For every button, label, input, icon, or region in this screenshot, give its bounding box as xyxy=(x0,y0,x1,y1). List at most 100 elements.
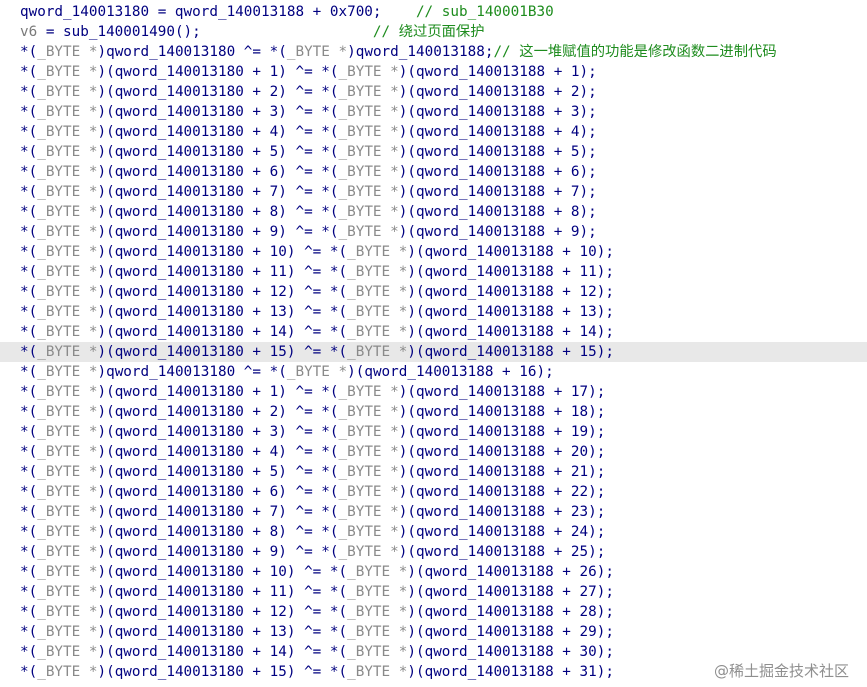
code-line[interactable]: *(_BYTE *)(qword_140013180 + 6) ^= *(_BY… xyxy=(0,162,867,182)
code-line[interactable]: *(_BYTE *)qword_140013180 ^= *(_BYTE *)(… xyxy=(0,362,867,382)
code-line-text: *(_BYTE *)(qword_140013180 + 8) ^= *(_BY… xyxy=(20,522,605,542)
code-token: )(qword_140013188 + 6); xyxy=(398,164,597,180)
code-line[interactable]: *(_BYTE *)(qword_140013180 + 13) ^= *(_B… xyxy=(0,622,867,642)
code-line-current[interactable]: *(_BYTE *)(qword_140013180 + 15) ^= *(_B… xyxy=(0,342,867,362)
code-line[interactable]: *(_BYTE *)(qword_140013180 + 5) ^= *(_BY… xyxy=(0,462,867,482)
type-cast: _BYTE * xyxy=(37,164,98,180)
local-variable: v6 xyxy=(20,24,38,40)
code-token: )(qword_140013188 + 29); xyxy=(407,624,614,640)
type-cast: _BYTE * xyxy=(338,164,399,180)
code-line[interactable]: *(_BYTE *)(qword_140013180 + 5) ^= *(_BY… xyxy=(0,142,867,162)
type-cast: _BYTE * xyxy=(37,204,98,220)
code-token: )(qword_140013180 + 1) ^= *( xyxy=(97,384,339,400)
code-token: *( xyxy=(20,644,38,660)
code-line-text: *(_BYTE *)qword_140013180 ^= *(_BYTE *)(… xyxy=(20,362,554,382)
type-cast: _BYTE * xyxy=(37,484,98,500)
code-line-text: *(_BYTE *)(qword_140013180 + 12) ^= *(_B… xyxy=(20,282,614,302)
code-line-text: *(_BYTE *)(qword_140013180 + 15) ^= *(_B… xyxy=(20,342,614,362)
pseudocode-view[interactable]: qword_140013180 = qword_140013188 + 0x70… xyxy=(0,0,867,687)
type-cast: _BYTE * xyxy=(347,344,408,360)
code-line[interactable]: *(_BYTE *)(qword_140013180 + 1) ^= *(_BY… xyxy=(0,382,867,402)
code-line-text: *(_BYTE *)(qword_140013180 + 1) ^= *(_BY… xyxy=(20,62,597,82)
code-token: qword_140013180 = qword_140013188 + 0x70… xyxy=(20,4,416,20)
code-token: )(qword_140013188 + 22); xyxy=(398,484,606,500)
code-line[interactable]: *(_BYTE *)(qword_140013180 + 7) ^= *(_BY… xyxy=(0,182,867,202)
code-line-text: *(_BYTE *)(qword_140013180 + 14) ^= *(_B… xyxy=(20,322,614,342)
code-token: )qword_140013180 ^= *( xyxy=(97,364,287,380)
code-line-text: *(_BYTE *)(qword_140013180 + 1) ^= *(_BY… xyxy=(20,382,605,402)
code-token: *( xyxy=(20,544,38,560)
code-line[interactable]: *(_BYTE *)qword_140013180 ^= *(_BYTE *)q… xyxy=(0,42,867,62)
type-cast: _BYTE * xyxy=(338,64,399,80)
code-token: *( xyxy=(20,424,38,440)
code-line[interactable]: *(_BYTE *)(qword_140013180 + 7) ^= *(_BY… xyxy=(0,502,867,522)
code-line[interactable]: *(_BYTE *)(qword_140013180 + 4) ^= *(_BY… xyxy=(0,442,867,462)
code-line[interactable]: *(_BYTE *)(qword_140013180 + 12) ^= *(_B… xyxy=(0,602,867,622)
type-cast: _BYTE * xyxy=(37,224,98,240)
code-line[interactable]: *(_BYTE *)(qword_140013180 + 4) ^= *(_BY… xyxy=(0,122,867,142)
code-token: )(qword_140013188 + 8); xyxy=(398,204,597,220)
code-line-text: *(_BYTE *)(qword_140013180 + 3) ^= *(_BY… xyxy=(20,102,597,122)
code-token: *( xyxy=(20,244,38,260)
code-token: = sub_140001490(); xyxy=(37,24,373,40)
type-cast: _BYTE * xyxy=(338,124,399,140)
type-cast: _BYTE * xyxy=(37,124,98,140)
code-line[interactable]: qword_140013180 = qword_140013188 + 0x70… xyxy=(0,2,867,22)
code-line[interactable]: *(_BYTE *)(qword_140013180 + 11) ^= *(_B… xyxy=(0,582,867,602)
code-line-text: *(_BYTE *)(qword_140013180 + 11) ^= *(_B… xyxy=(20,262,614,282)
code-line[interactable]: *(_BYTE *)(qword_140013180 + 9) ^= *(_BY… xyxy=(0,542,867,562)
code-token: )qword_140013188; xyxy=(347,44,494,60)
type-cast: _BYTE * xyxy=(338,144,399,160)
code-token: )(qword_140013188 + 25); xyxy=(398,544,606,560)
code-token: )(qword_140013180 + 2) ^= *( xyxy=(97,84,339,100)
code-line[interactable]: *(_BYTE *)(qword_140013180 + 14) ^= *(_B… xyxy=(0,642,867,662)
type-cast: _BYTE * xyxy=(37,464,98,480)
code-line[interactable]: *(_BYTE *)(qword_140013180 + 3) ^= *(_BY… xyxy=(0,102,867,122)
type-cast: _BYTE * xyxy=(37,44,98,60)
code-line[interactable]: *(_BYTE *)(qword_140013180 + 2) ^= *(_BY… xyxy=(0,82,867,102)
code-token: *( xyxy=(20,464,38,480)
code-token: )(qword_140013180 + 13) ^= *( xyxy=(97,304,348,320)
code-line[interactable]: *(_BYTE *)(qword_140013180 + 13) ^= *(_B… xyxy=(0,302,867,322)
code-line-text: *(_BYTE *)(qword_140013180 + 5) ^= *(_BY… xyxy=(20,462,605,482)
code-token: )qword_140013180 ^= *( xyxy=(97,44,287,60)
code-token: )(qword_140013188 + 2); xyxy=(398,84,597,100)
code-token: *( xyxy=(20,504,38,520)
code-token: )(qword_140013188 + 7); xyxy=(398,184,597,200)
code-token: )(qword_140013180 + 12) ^= *( xyxy=(97,604,348,620)
code-token: )(qword_140013188 + 10); xyxy=(407,244,614,260)
code-line[interactable]: *(_BYTE *)(qword_140013180 + 10) ^= *(_B… xyxy=(0,562,867,582)
type-cast: _BYTE * xyxy=(37,404,98,420)
code-line[interactable]: v6 = sub_140001490(); // 绕过页面保护 xyxy=(0,22,867,42)
code-line[interactable]: *(_BYTE *)(qword_140013180 + 9) ^= *(_BY… xyxy=(0,222,867,242)
code-token: *( xyxy=(20,584,38,600)
type-cast: _BYTE * xyxy=(286,364,348,380)
code-line[interactable]: *(_BYTE *)(qword_140013180 + 12) ^= *(_B… xyxy=(0,282,867,302)
code-line[interactable]: *(_BYTE *)(qword_140013180 + 14) ^= *(_B… xyxy=(0,322,867,342)
code-token: )(qword_140013188 + 1); xyxy=(398,64,597,80)
code-token: )(qword_140013188 + 14); xyxy=(407,324,614,340)
code-line[interactable]: *(_BYTE *)(qword_140013180 + 8) ^= *(_BY… xyxy=(0,522,867,542)
code-token: )(qword_140013180 + 10) ^= *( xyxy=(97,244,348,260)
type-cast: _BYTE * xyxy=(37,524,98,540)
code-line[interactable]: *(_BYTE *)(qword_140013180 + 10) ^= *(_B… xyxy=(0,242,867,262)
code-line[interactable]: *(_BYTE *)(qword_140013180 + 6) ^= *(_BY… xyxy=(0,482,867,502)
type-cast: _BYTE * xyxy=(338,204,399,220)
code-line[interactable]: *(_BYTE *)(qword_140013180 + 11) ^= *(_B… xyxy=(0,262,867,282)
code-line[interactable]: *(_BYTE *)(qword_140013180 + 2) ^= *(_BY… xyxy=(0,402,867,422)
code-line-text: *(_BYTE *)(qword_140013180 + 8) ^= *(_BY… xyxy=(20,202,597,222)
code-token: *( xyxy=(20,304,38,320)
code-token: )(qword_140013180 + 4) ^= *( xyxy=(97,444,339,460)
code-line[interactable]: *(_BYTE *)(qword_140013180 + 1) ^= *(_BY… xyxy=(0,62,867,82)
type-cast: _BYTE * xyxy=(347,584,408,600)
type-cast: _BYTE * xyxy=(37,344,98,360)
type-cast: _BYTE * xyxy=(338,464,399,480)
type-cast: _BYTE * xyxy=(338,184,399,200)
type-cast: _BYTE * xyxy=(338,84,399,100)
code-token: *( xyxy=(20,104,38,120)
type-cast: _BYTE * xyxy=(338,384,399,400)
type-cast: _BYTE * xyxy=(338,424,399,440)
code-token: )(qword_140013180 + 7) ^= *( xyxy=(97,184,339,200)
code-line[interactable]: *(_BYTE *)(qword_140013180 + 3) ^= *(_BY… xyxy=(0,422,867,442)
code-line[interactable]: *(_BYTE *)(qword_140013180 + 8) ^= *(_BY… xyxy=(0,202,867,222)
